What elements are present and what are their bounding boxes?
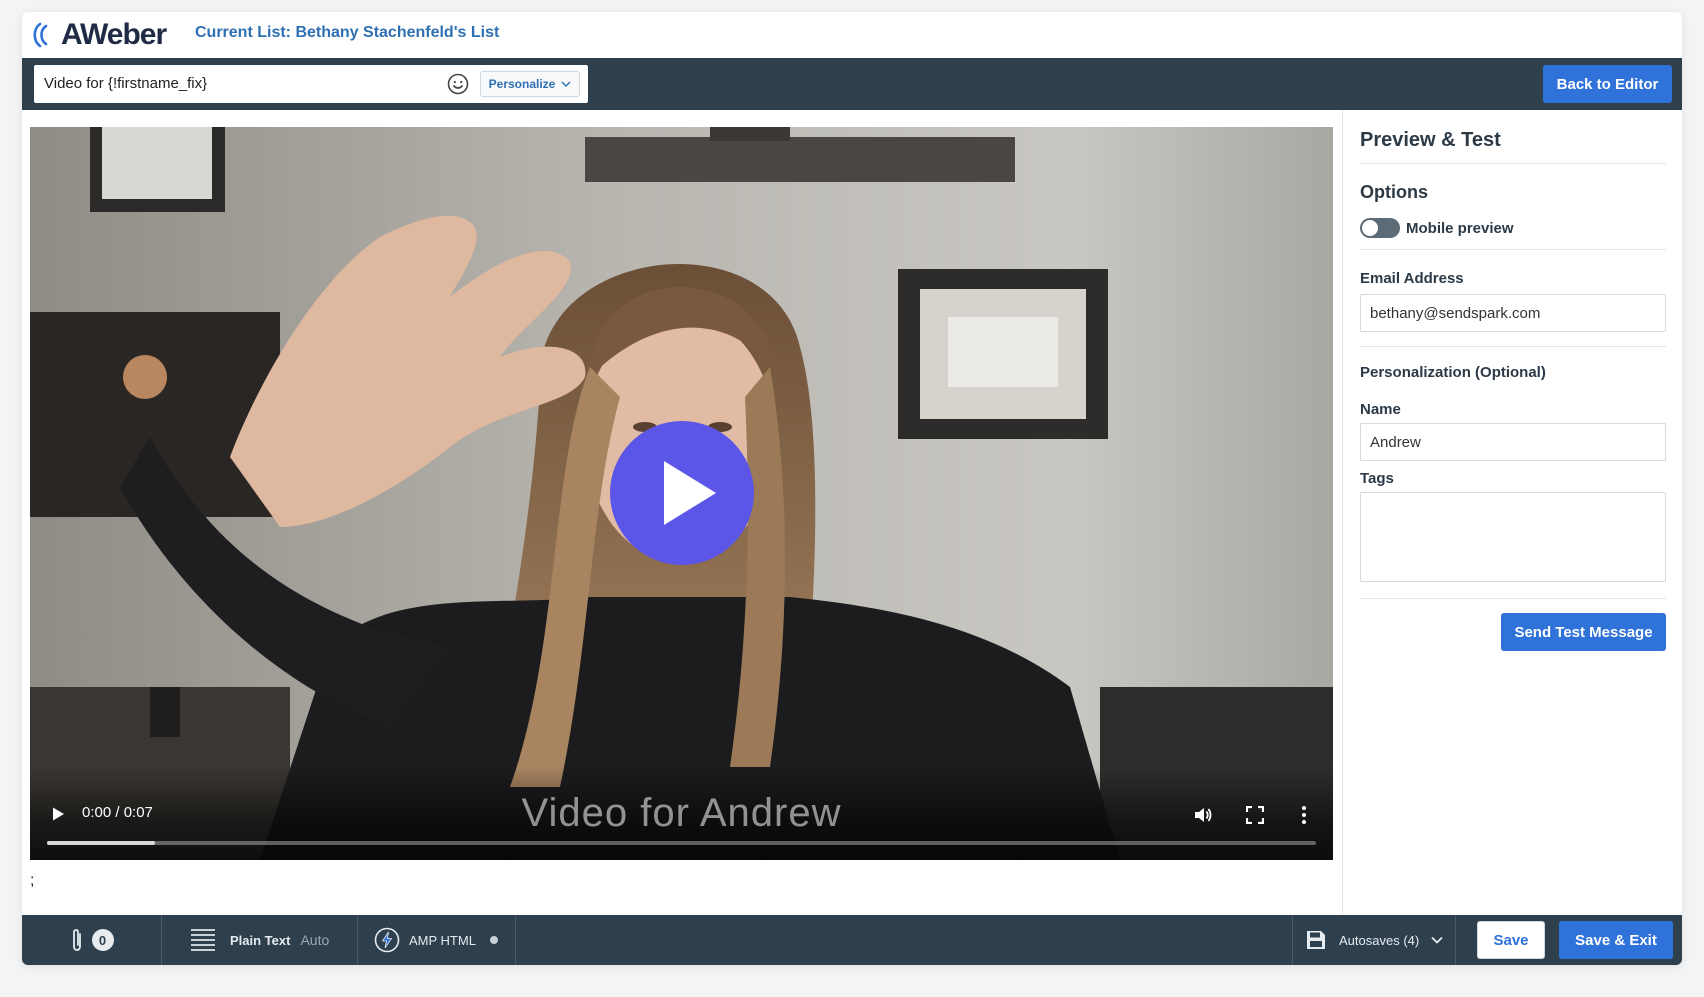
- fullscreen-icon[interactable]: [1246, 806, 1264, 824]
- plain-text-button[interactable]: Plain Text Auto: [162, 915, 358, 965]
- plain-text-mode: Auto: [300, 932, 330, 948]
- video-controls: 0:00 / 0:07 Video for Andrew: [30, 767, 1333, 860]
- mobile-preview-label: Mobile preview: [1406, 220, 1514, 237]
- plain-text-label: Plain Text: [230, 932, 291, 948]
- bottom-toolbar: 0 Plain Text Auto AMP HTML Autosaves (4)…: [22, 915, 1682, 965]
- back-to-editor-button[interactable]: Back to Editor: [1543, 65, 1672, 103]
- mobile-preview-toggle[interactable]: [1360, 218, 1400, 238]
- attachments-count-badge: 0: [91, 929, 114, 951]
- amp-status-dot: [489, 936, 498, 944]
- subject-toolbar: Personalize Back to Editor: [22, 58, 1682, 110]
- amp-html-button[interactable]: AMP HTML: [358, 915, 516, 965]
- subject-line-box: Personalize: [34, 65, 588, 103]
- app-window: AWeber Current List: Bethany Stachenfeld…: [22, 12, 1682, 965]
- more-options-icon[interactable]: [1300, 805, 1308, 825]
- name-label: Name: [1360, 401, 1401, 418]
- toggle-knob: [1362, 220, 1378, 236]
- video-caption: Video for Andrew: [521, 791, 842, 835]
- video-progress-fill: [47, 841, 155, 845]
- personalization-label: Personalization (Optional): [1360, 364, 1546, 381]
- logo-text: AWeber: [61, 18, 167, 51]
- email-address-input[interactable]: [1360, 294, 1666, 332]
- autosaves-label: Autosaves (4): [1339, 932, 1420, 948]
- save-button[interactable]: Save: [1477, 921, 1545, 959]
- panel-title: Preview & Test: [1360, 129, 1501, 151]
- volume-icon[interactable]: [1193, 805, 1213, 825]
- top-header: AWeber Current List: Bethany Stachenfeld…: [22, 12, 1682, 58]
- lightning-icon: [374, 927, 400, 953]
- divider: [1360, 249, 1666, 250]
- subject-line-input[interactable]: [44, 65, 434, 103]
- tags-input[interactable]: [1360, 492, 1666, 582]
- paperclip-icon: [72, 929, 81, 951]
- send-test-message-button[interactable]: Send Test Message: [1501, 613, 1666, 651]
- play-video-icon[interactable]: [608, 419, 756, 567]
- video-progress-bar[interactable]: [47, 841, 1316, 845]
- save-and-exit-button[interactable]: Save & Exit: [1559, 921, 1673, 959]
- preview-test-panel: Preview & Test Options Mobile preview Em…: [1342, 110, 1682, 915]
- options-label: Options: [1360, 182, 1428, 202]
- floppy-disk-icon: [1307, 931, 1325, 949]
- chevron-down-icon: [1431, 936, 1443, 944]
- attachments-button[interactable]: 0: [22, 915, 162, 965]
- amp-html-label: AMP HTML: [409, 932, 476, 948]
- chevron-down-icon: [561, 81, 571, 87]
- emoji-icon[interactable]: [447, 73, 469, 95]
- aweber-logo[interactable]: AWeber: [30, 18, 167, 52]
- email-address-label: Email Address: [1360, 270, 1464, 287]
- body-text: ;: [30, 872, 35, 889]
- personalize-label: Personalize: [488, 77, 556, 91]
- tags-label: Tags: [1360, 470, 1394, 487]
- name-input[interactable]: [1360, 423, 1666, 461]
- video-player[interactable]: 0:00 / 0:07 Video for Andrew: [30, 127, 1333, 860]
- message-content: 0:00 / 0:07 Video for Andrew ;: [22, 110, 1342, 915]
- aweber-logo-icon: [33, 22, 48, 48]
- current-list-link[interactable]: Current List: Bethany Stachenfeld's List: [195, 24, 499, 42]
- plain-text-icon: [191, 929, 215, 951]
- autosaves-dropdown[interactable]: Autosaves (4): [1292, 915, 1456, 965]
- divider: [1360, 163, 1666, 164]
- divider: [1360, 598, 1666, 599]
- personalize-dropdown[interactable]: Personalize: [480, 71, 580, 97]
- divider: [1360, 346, 1666, 347]
